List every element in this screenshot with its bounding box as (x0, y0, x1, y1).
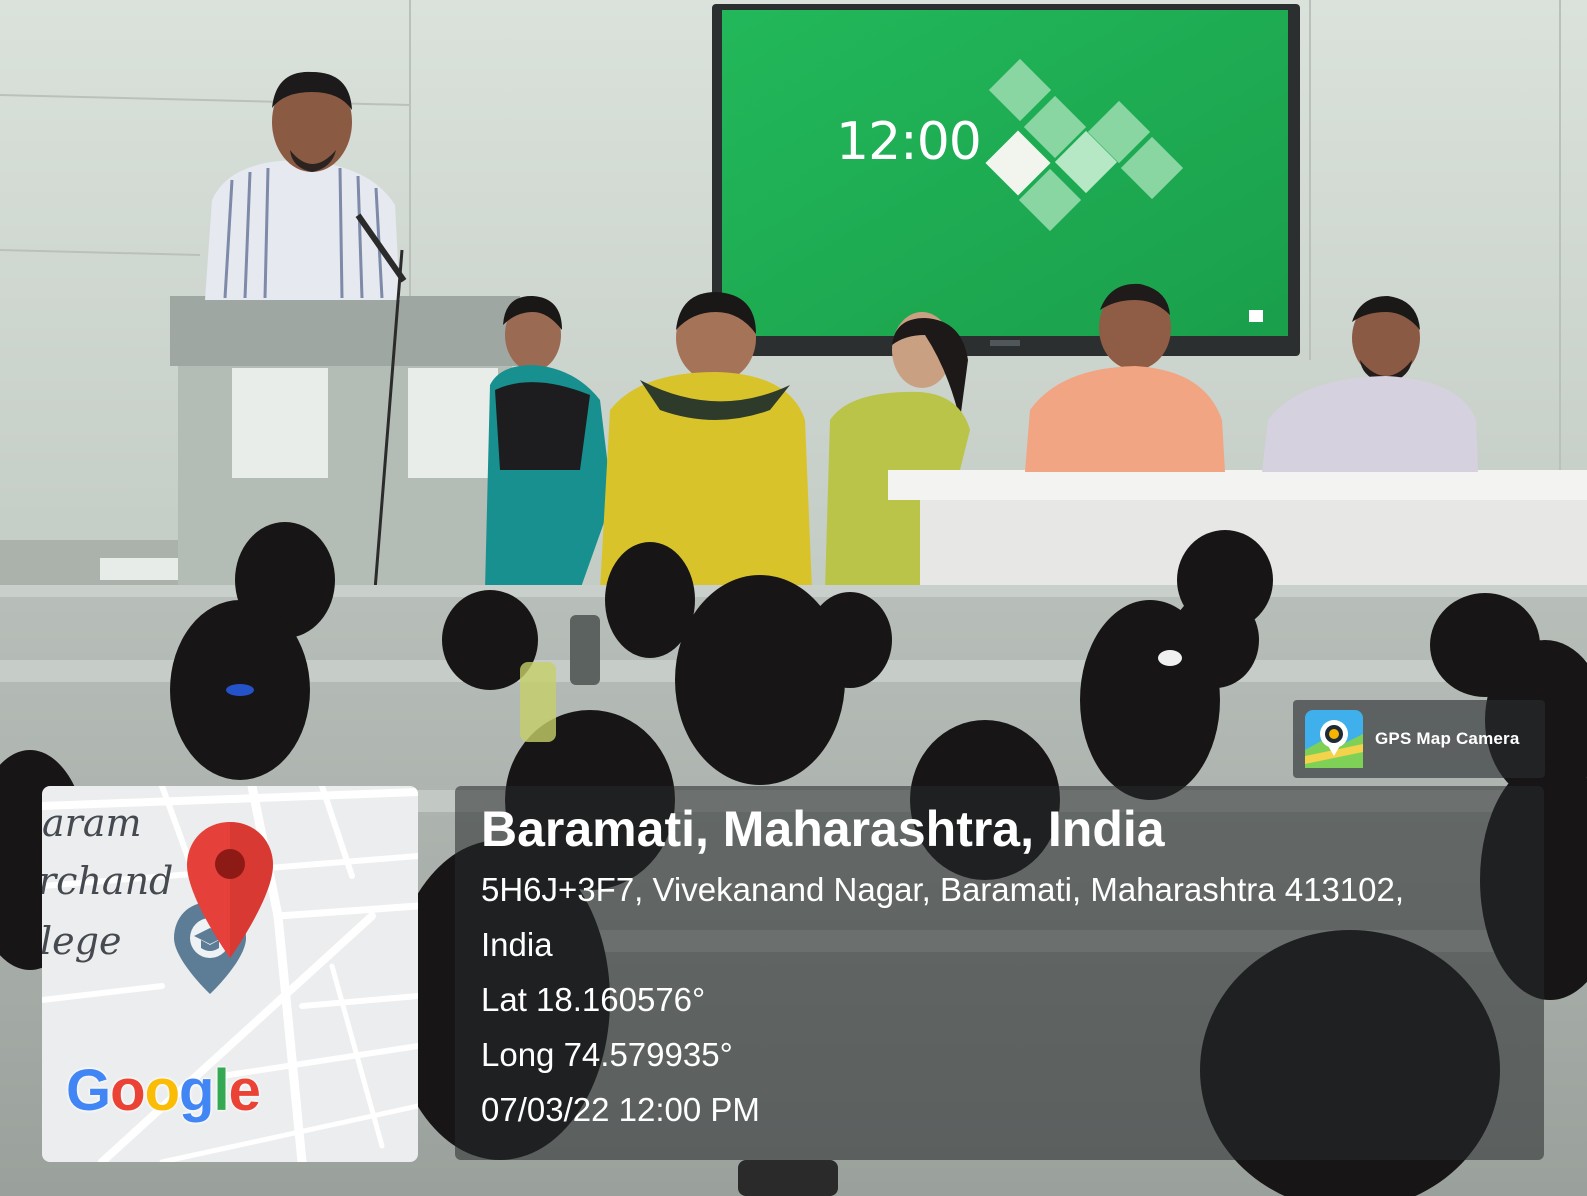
location-pin-icon (187, 822, 273, 958)
google-letter-g1: G (66, 1058, 111, 1123)
photo-scene: 12:00 GPS Map Camera aram rchand lege Go… (0, 0, 1587, 1196)
location-info-box: Baramati, Maharashtra, India 5H6J+3F7, V… (455, 786, 1544, 1160)
longitude: Long 74.579935° (481, 1036, 733, 1073)
google-letter-o1: o (110, 1058, 145, 1123)
latitude: Lat 18.160576° (481, 981, 706, 1018)
gps-map-camera-icon (1305, 710, 1363, 768)
podium (170, 296, 520, 366)
mini-map: aram rchand lege Google (42, 786, 418, 1162)
panel-table (888, 470, 1587, 500)
app-name: GPS Map Camera (1375, 729, 1520, 748)
gps-map-camera-watermark: GPS Map Camera (1293, 700, 1545, 778)
location-title: Baramati, Maharashtra, India (481, 801, 1165, 857)
google-logo: Google (66, 1058, 261, 1123)
map-label-1: aram (42, 801, 142, 845)
screen-clock: 12:00 (836, 112, 982, 172)
map-label-3: lege (42, 919, 122, 963)
google-letter-l: l (213, 1058, 229, 1123)
address-line-2: India (481, 926, 553, 963)
google-letter-e: e (228, 1058, 261, 1123)
google-letter-o2: o (144, 1058, 180, 1123)
map-label-2: rchand (42, 859, 174, 903)
google-letter-g2: g (179, 1058, 214, 1123)
datetime: 07/03/22 12:00 PM (481, 1091, 760, 1128)
address-line-1: 5H6J+3F7, Vivekanand Nagar, Baramati, Ma… (481, 871, 1405, 908)
